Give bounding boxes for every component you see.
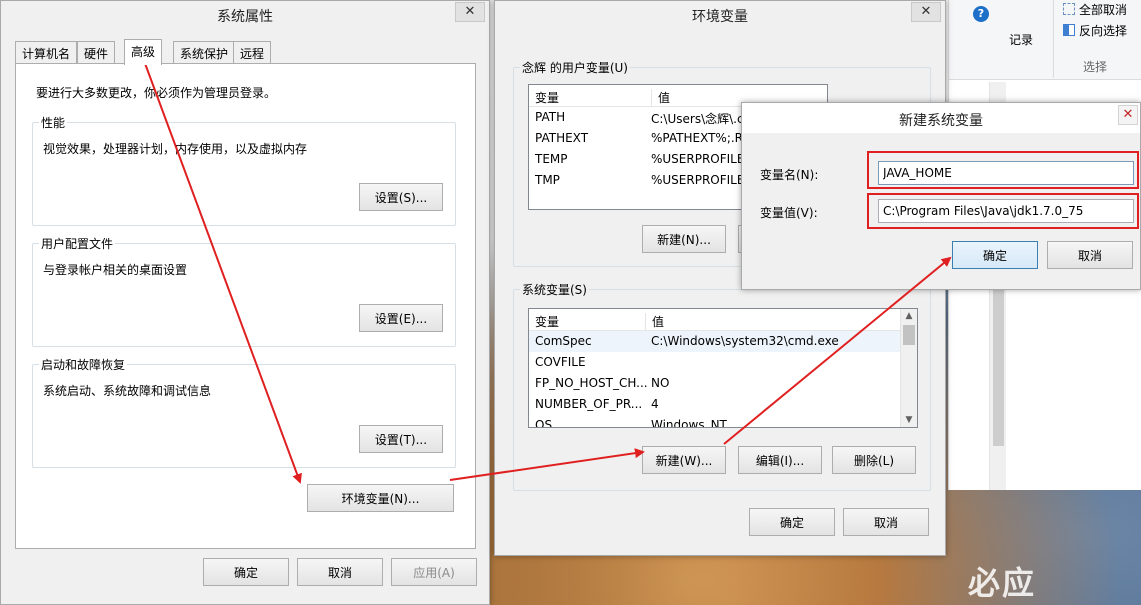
arrow-env-button-to-new bbox=[449, 448, 645, 481]
arrow-tab-to-env-button bbox=[142, 57, 302, 484]
arrow-new-to-dialog-ok bbox=[723, 256, 952, 445]
tab-advanced[interactable]: 高级 bbox=[124, 39, 163, 65]
annotation-arrows bbox=[142, 57, 952, 484]
